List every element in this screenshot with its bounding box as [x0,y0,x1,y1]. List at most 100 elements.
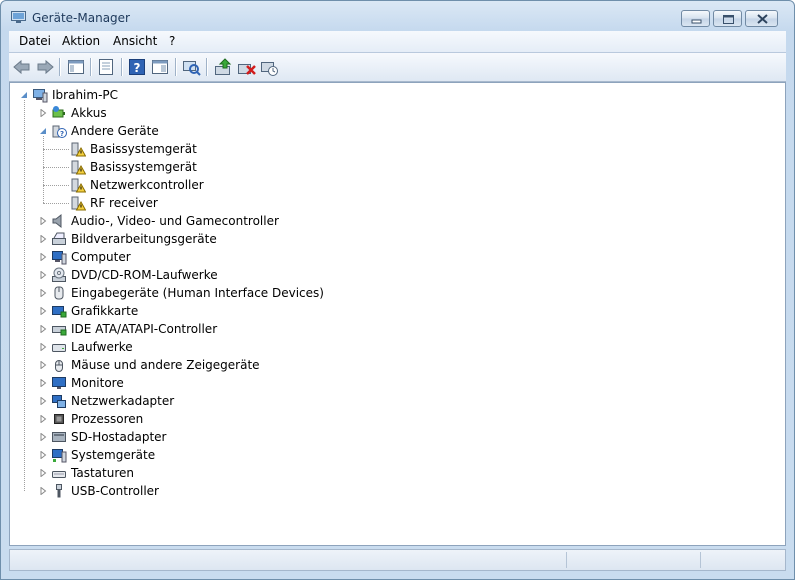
tree-device-label: Basissystemgerät [90,160,197,174]
properties-icon[interactable] [95,56,117,78]
tree-category-label: Bildverarbeitungsgeräte [71,232,217,246]
expand-icon[interactable] [39,253,47,261]
expand-icon[interactable] [39,451,47,459]
tree-category-row[interactable]: Tastaturen [33,464,433,482]
tree-category-row[interactable]: Computer [33,248,433,266]
maximize-button[interactable] [713,10,742,27]
tree-category-label: Systemgeräte [71,448,156,462]
expand-icon[interactable] [39,235,47,243]
tree-category-row[interactable]: Bildverarbeitungsgeräte [33,230,433,248]
tree-device-row[interactable]: Basissystemgerät [52,158,352,176]
tree-category-label: Prozessoren [71,412,144,426]
tree-connector-line [43,167,69,168]
tree-category-row[interactable]: ? Andere Geräte [33,122,433,140]
toolbar-separator [90,58,92,76]
tree-root-ibrahim-pc[interactable]: Ibrahim-PC [14,86,314,104]
tree-category-label: Akkus [71,106,107,120]
expand-icon[interactable] [39,361,47,369]
help-icon[interactable]: ? [126,56,148,78]
tree-category-row[interactable]: Netzwerkadapter [33,392,433,410]
warning-device-icon [71,196,86,211]
system-device-icon [52,449,67,463]
expand-icon[interactable] [39,487,47,495]
menu-aktion[interactable]: Aktion [62,34,100,48]
tree-category-row[interactable]: Eingabegeräte (Human Interface Devices) [33,284,433,302]
tree-category-row[interactable]: Grafikkarte [33,302,433,320]
expand-icon[interactable] [39,307,47,315]
tree-category-row[interactable]: Akkus [33,104,433,122]
expand-icon[interactable] [39,109,47,117]
computer-icon [52,251,67,265]
minimize-icon [691,19,702,24]
tree-device-row[interactable]: Basissystemgerät [52,140,352,158]
tree-connector-line [43,203,69,204]
title-bar[interactable]: Geräte-Manager [1,1,794,31]
tree-category-row[interactable]: Systemgeräte [33,446,433,464]
close-button[interactable] [745,10,778,27]
toolbar-separator [175,58,177,76]
tree-category-row[interactable]: DVD/CD-ROM-Laufwerke [33,266,433,284]
collapse-icon[interactable] [39,127,47,135]
menu-help[interactable]: ? [169,34,175,48]
window-title: Geräte-Manager [32,11,130,25]
update-driver-icon[interactable] [212,56,234,78]
tree-category-row[interactable]: SD-Hostadapter [33,428,433,446]
expand-icon[interactable] [39,289,47,297]
tree-device-label: RF receiver [90,196,158,210]
minimize-button[interactable] [681,10,710,27]
disable-device-icon[interactable] [258,56,280,78]
tree-connector-line [24,100,25,491]
device-tree[interactable]: Ibrahim-PC Akkus? Andere Geräte Basissyste… [9,82,786,546]
tree-category-row[interactable]: Prozessoren [33,410,433,428]
svg-text:?: ? [60,130,64,138]
keyboard-icon [52,471,66,478]
tree-connector-line [43,136,44,203]
tree-category-row[interactable]: Laufwerke [33,338,433,356]
sd-host-icon [52,432,66,442]
expand-icon[interactable] [39,469,47,477]
speaker-icon [52,213,62,229]
console-tree-toggle-icon[interactable] [149,56,171,78]
tree-device-label: Basissystemgerät [90,142,197,156]
tree-category-row[interactable]: Audio-, Video- und Gamecontroller [33,212,433,230]
tree-category-row[interactable]: USB-Controller [33,482,433,500]
unknown-device-icon: ? [52,125,67,138]
menu-ansicht[interactable]: Ansicht [113,34,157,48]
tree-category-label: SD-Hostadapter [71,430,167,444]
close-icon [757,14,768,24]
display-adapter-icon [52,306,67,318]
tree-device-row[interactable]: RF receiver [52,194,352,212]
expand-icon[interactable] [39,343,47,351]
expand-icon[interactable] [39,379,47,387]
tree-category-row[interactable]: Monitore [33,374,433,392]
tree-device-row[interactable]: Netzwerkcontroller [52,176,352,194]
tree-category-label: Eingabegeräte (Human Interface Devices) [71,286,324,300]
tree-category-label: Monitore [71,376,124,390]
expand-icon[interactable] [39,271,47,279]
tree-category-row[interactable]: Mäuse und andere Zeigegeräte [33,356,433,374]
mouse-icon [55,360,63,372]
menu-datei[interactable]: Datei [19,34,51,48]
expand-icon[interactable] [39,433,47,441]
expand-icon[interactable] [39,415,47,423]
collapse-icon[interactable] [20,91,28,99]
toolbar-separator [206,58,208,76]
optical-drive-icon [52,267,66,282]
tree-category-row[interactable]: IDE ATA/ATAPI-Controller [33,320,433,338]
expand-icon[interactable] [39,325,47,333]
processor-icon [54,414,64,424]
usb-icon [56,484,62,498]
forward-arrow-icon[interactable] [34,56,56,78]
expand-icon[interactable] [39,397,47,405]
uninstall-device-icon[interactable] [235,56,257,78]
tree-category-label: Mäuse und andere Zeigegeräte [71,358,260,372]
tree-connector-line [43,185,69,186]
tree-category-label: Andere Geräte [71,124,159,138]
scanner-icon [52,232,66,245]
tree-root-label: Ibrahim-PC [52,88,119,102]
scan-hardware-icon[interactable] [180,56,202,78]
expand-icon[interactable] [39,217,47,225]
tree-category-label: DVD/CD-ROM-Laufwerke [71,268,218,282]
show-hide-console-tree-icon[interactable] [65,56,87,78]
back-arrow-icon[interactable] [11,56,33,78]
